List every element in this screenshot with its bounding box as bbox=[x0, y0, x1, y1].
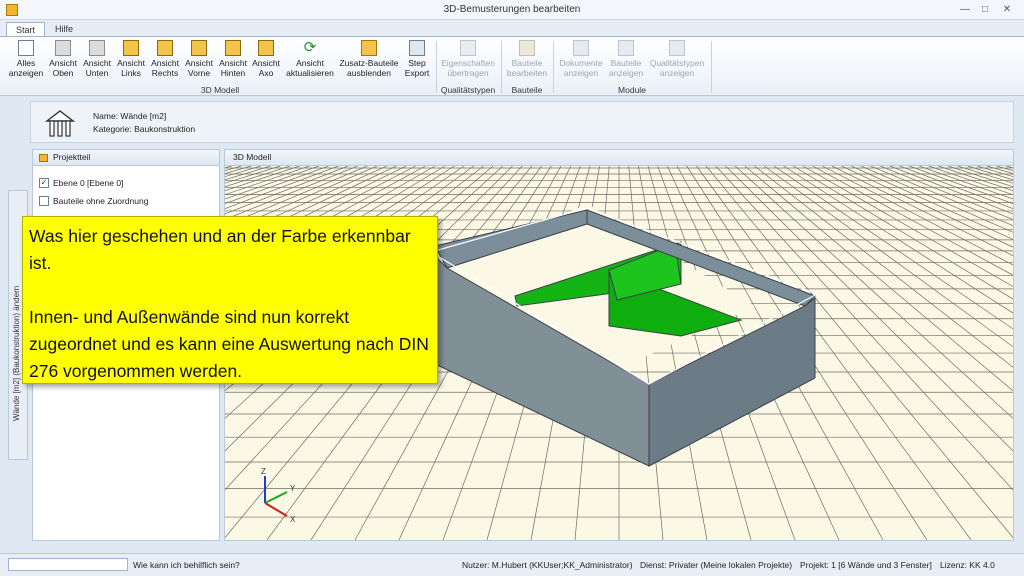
group-label-qualitaetstypen: Qualitätstypen bbox=[440, 85, 496, 95]
group-separator bbox=[553, 41, 554, 93]
checkbox[interactable]: ✓ bbox=[39, 178, 49, 188]
ansicht-links-button[interactable]: Ansicht Links bbox=[114, 40, 148, 78]
item-name: Name: Wände [m2] bbox=[93, 111, 167, 121]
qualitaetstypen-anzeigen-button[interactable]: Qualitätstypen anzeigen bbox=[646, 40, 708, 78]
ansicht-rechts-button[interactable]: Ansicht Rechts bbox=[148, 40, 182, 78]
panel-title: Projektteil bbox=[53, 152, 91, 162]
ansicht-axo-button[interactable]: Ansicht Axo bbox=[250, 40, 282, 78]
bauteile-anzeigen-button[interactable]: Bauteile anzeigen bbox=[606, 40, 646, 78]
status-license: Lizenz: KK 4.0 bbox=[940, 560, 995, 570]
axis-label-y: Y bbox=[290, 484, 296, 493]
axis-label-x: X bbox=[290, 515, 296, 524]
group-separator bbox=[501, 41, 502, 93]
group-label-bauteile: Bauteile bbox=[511, 85, 543, 95]
title-bar: 3D-Bemusterungen bearbeiten — □ ✕ bbox=[0, 0, 1024, 20]
restore-icon[interactable]: □ bbox=[976, 3, 994, 17]
zusatz-bauteile-button[interactable]: Zusatz-Bauteile ausblenden bbox=[338, 40, 400, 78]
group-separator bbox=[436, 41, 437, 93]
brush-icon bbox=[460, 40, 476, 56]
side-tab-label: Wände [m2] (Baukonstruktion) ändern bbox=[12, 285, 21, 421]
group-separator bbox=[711, 41, 712, 93]
minimize-icon[interactable]: — bbox=[956, 3, 974, 17]
hide-parts-icon bbox=[361, 40, 377, 56]
callout-paragraph: Was hier geschehen und an der Farbe erke… bbox=[29, 226, 411, 273]
window-title: 3D-Bemusterungen bearbeiten bbox=[443, 4, 581, 15]
ribbon: Alles anzeigen Ansicht Oben Ansicht Unten A… bbox=[0, 36, 1024, 96]
progress-box bbox=[8, 558, 128, 571]
alles-anzeigen-button[interactable]: Alles anzeigen bbox=[6, 40, 46, 78]
refresh-icon: ⟳ bbox=[303, 39, 317, 56]
tree-item-label: Bauteile ohne Zuordnung bbox=[53, 196, 149, 206]
cube-left-icon bbox=[123, 40, 139, 56]
bauteile-bearbeiten-button[interactable]: Bauteile bearbeiten bbox=[504, 40, 550, 78]
ansicht-vorne-button[interactable]: Ansicht Vorne bbox=[182, 40, 216, 78]
panel-title: 3D Modell bbox=[233, 152, 272, 162]
item-category: Kategorie: Baukonstruktion bbox=[93, 124, 196, 134]
ribbon-tabs: Start Hilfe bbox=[0, 20, 1024, 38]
cube-top-icon bbox=[55, 40, 71, 56]
axis-label-z: Z bbox=[261, 467, 266, 476]
ansicht-oben-button[interactable]: Ansicht Oben bbox=[46, 40, 80, 78]
cube-right-icon bbox=[157, 40, 173, 56]
eigenschaften-button[interactable]: Eigenschaften übertragen bbox=[438, 40, 498, 78]
ansicht-unten-button[interactable]: Ansicht Unten bbox=[80, 40, 114, 78]
folder-icon bbox=[39, 154, 48, 162]
checkbox[interactable] bbox=[39, 196, 49, 206]
ansicht-aktualisieren-button[interactable]: ⟳ Ansicht aktualisieren bbox=[282, 40, 338, 78]
documents-icon bbox=[573, 40, 589, 56]
parts-view-icon bbox=[618, 40, 634, 56]
help-prompt[interactable]: Wie kann ich behilflich sein? bbox=[133, 560, 240, 570]
group-label-module: Module bbox=[618, 85, 646, 95]
status-project: Projekt: 1 [6 Wände und 3 Fenster] bbox=[800, 560, 932, 570]
status-bar: Wie kann ich behilflich sein? Nutzer: M.… bbox=[0, 553, 1024, 576]
cube-bottom-icon bbox=[89, 40, 105, 56]
panel-header: Projektteil bbox=[33, 150, 219, 166]
tree-item-ebene-0[interactable]: ✓ Ebene 0 [Ebene 0] bbox=[39, 178, 123, 188]
cube-back-icon bbox=[225, 40, 241, 56]
step-export-button[interactable]: Step Export bbox=[400, 40, 434, 78]
panel-header: 3D Modell bbox=[225, 150, 1013, 166]
status-service: Dienst: Privater (Meine lokalen Projekte… bbox=[640, 560, 793, 570]
callout-paragraph: Innen- und Außenwände sind nun korrekt z… bbox=[29, 307, 429, 381]
ansicht-hinten-button[interactable]: Ansicht Hinten bbox=[216, 40, 250, 78]
dokumente-anzeigen-button[interactable]: Dokumente anzeigen bbox=[556, 40, 606, 78]
quality-types-icon bbox=[669, 40, 685, 56]
edit-parts-icon bbox=[519, 40, 535, 56]
export-icon bbox=[409, 40, 425, 56]
tree-item-ohne-zuordnung[interactable]: Bauteile ohne Zuordnung bbox=[39, 196, 148, 206]
close-icon[interactable]: ✕ bbox=[998, 3, 1016, 17]
zoom-extents-icon bbox=[18, 40, 34, 56]
cube-front-icon bbox=[191, 40, 207, 56]
status-user: Nutzer: M.Hubert (KKUser;KK_Administrato… bbox=[462, 560, 633, 570]
group-label-3d-modell: 3D Modell bbox=[200, 85, 240, 95]
item-info-bar: Name: Wände [m2] Kategorie: Baukonstrukt… bbox=[30, 101, 1014, 143]
house-icon bbox=[45, 110, 75, 137]
tree-item-label: Ebene 0 [Ebene 0] bbox=[53, 178, 124, 188]
cube-axo-icon bbox=[258, 40, 274, 56]
annotation-callout: Was hier geschehen und an der Farbe erke… bbox=[22, 216, 438, 384]
